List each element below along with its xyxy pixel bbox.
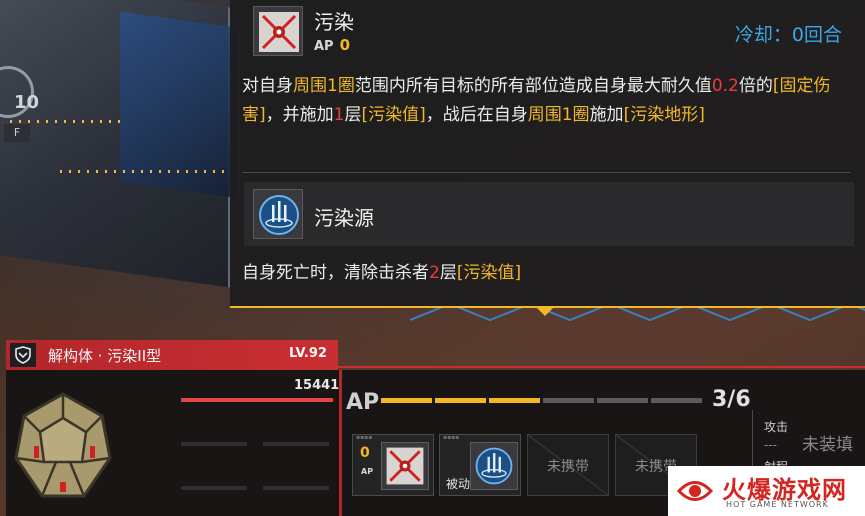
hp-bar-fill: [181, 398, 333, 402]
empty-slot-label: 未携带: [547, 459, 589, 475]
description-segment: [污染地形]: [623, 105, 705, 125]
stat-bar: [181, 442, 247, 446]
skill-slot-active[interactable]: ▪▪▪▪ 0 AP: [352, 434, 434, 496]
cooldown-text: 冷却：0回合: [734, 24, 842, 46]
skill-description: 对自身周围1圈范围内所有目标的所有部位造成自身最大耐久值0.2倍的[固定伤害]，…: [242, 72, 842, 130]
description-segment: 层: [439, 263, 457, 283]
attack-value: ---: [764, 438, 777, 452]
ap-label: AP: [346, 390, 380, 415]
ap-segment: [381, 398, 432, 403]
description-segment: ，并施加: [265, 105, 334, 125]
skill-name: 污染: [314, 10, 354, 34]
skill-slot-passive[interactable]: ▪▪▪▪ 被动: [439, 434, 521, 496]
description-segment: 周围1圈: [527, 105, 590, 125]
skill-header: 污染 AP 0 冷却：0回合: [244, 0, 854, 64]
hud-counter: 10: [14, 92, 40, 113]
slot-tag: ▪▪▪▪: [443, 434, 460, 441]
divider: [339, 370, 342, 516]
unit-titlebar: 解构体 · 污染II型 LV.92: [6, 340, 338, 370]
stat-bar: [263, 442, 329, 446]
description-segment: [污染值]: [361, 105, 426, 125]
ap-label: AP: [314, 39, 334, 54]
contamination-burst-icon: [381, 442, 429, 490]
ap-value: 0: [339, 36, 351, 54]
slot-cost-label: AP: [361, 467, 374, 476]
passive-description: 自身死亡时，清除击杀者2层[污染值]: [242, 258, 521, 283]
description-segment: 范围内所有目标的所有部位造成自身最大耐久值: [354, 76, 712, 96]
ap-segment: [597, 398, 648, 403]
skill-ap-cost: AP 0: [314, 36, 350, 54]
watermark-subtitle: HOT GAME NETWORK: [726, 500, 829, 509]
header-line: [338, 366, 865, 368]
description-segment: 0.2: [711, 76, 739, 96]
unit-level: LV.92: [289, 346, 327, 361]
description-segment: 自身死亡时，清除击杀者: [242, 263, 429, 283]
contamination-burst-icon: [253, 6, 303, 56]
stat-bar: [263, 486, 329, 490]
contamination-source-icon: [253, 189, 303, 239]
ap-segment: [489, 398, 540, 403]
string-lights: [60, 170, 230, 173]
watermark-logo: 火爆游戏网 HOT GAME NETWORK: [668, 466, 865, 516]
contamination-source-icon: [470, 442, 518, 490]
passive-header: 污染源: [244, 182, 854, 246]
side-hud: 10 F: [0, 62, 40, 144]
description-segment: 2: [429, 263, 440, 283]
ap-value: 3/6: [712, 387, 751, 412]
attack-label: 攻击: [764, 420, 789, 434]
description-segment: 倍的: [738, 76, 773, 96]
shield-icon: [10, 343, 36, 367]
unit-portrait[interactable]: [10, 388, 116, 506]
hp-bar: [181, 398, 333, 402]
ap-segment: [435, 398, 486, 403]
weapon-status: 未装填: [802, 435, 853, 455]
stat-bar: [181, 486, 247, 490]
passive-label: 被动: [446, 477, 471, 491]
description-segment: ，战后在自身: [425, 105, 528, 125]
description-segment: [污染值]: [456, 263, 522, 283]
ap-segment: [651, 398, 702, 403]
skill-tooltip: 污染 AP 0 冷却：0回合 对自身周围1圈范围内所有目标的所有部位造成自身最大耐…: [230, 0, 865, 316]
hp-value: 15441: [294, 378, 340, 393]
hud-flag: F: [4, 124, 30, 142]
unit-name: 解构体 · 污染II型: [48, 347, 162, 365]
passive-name: 污染源: [314, 206, 374, 230]
description-segment: 周围1圈: [293, 76, 355, 96]
description-segment: 1: [333, 105, 345, 125]
ap-segment: [543, 398, 594, 403]
flame-eye-icon: [676, 481, 714, 501]
skill-slot-empty[interactable]: 未携带: [527, 434, 609, 496]
slot-cost: 0: [360, 445, 370, 461]
slot-tag: ▪▪▪▪: [356, 434, 373, 441]
description-segment: 施加: [589, 105, 624, 125]
description-segment: 层: [344, 105, 362, 125]
divider: [242, 172, 850, 173]
description-segment: 对自身: [242, 76, 293, 96]
